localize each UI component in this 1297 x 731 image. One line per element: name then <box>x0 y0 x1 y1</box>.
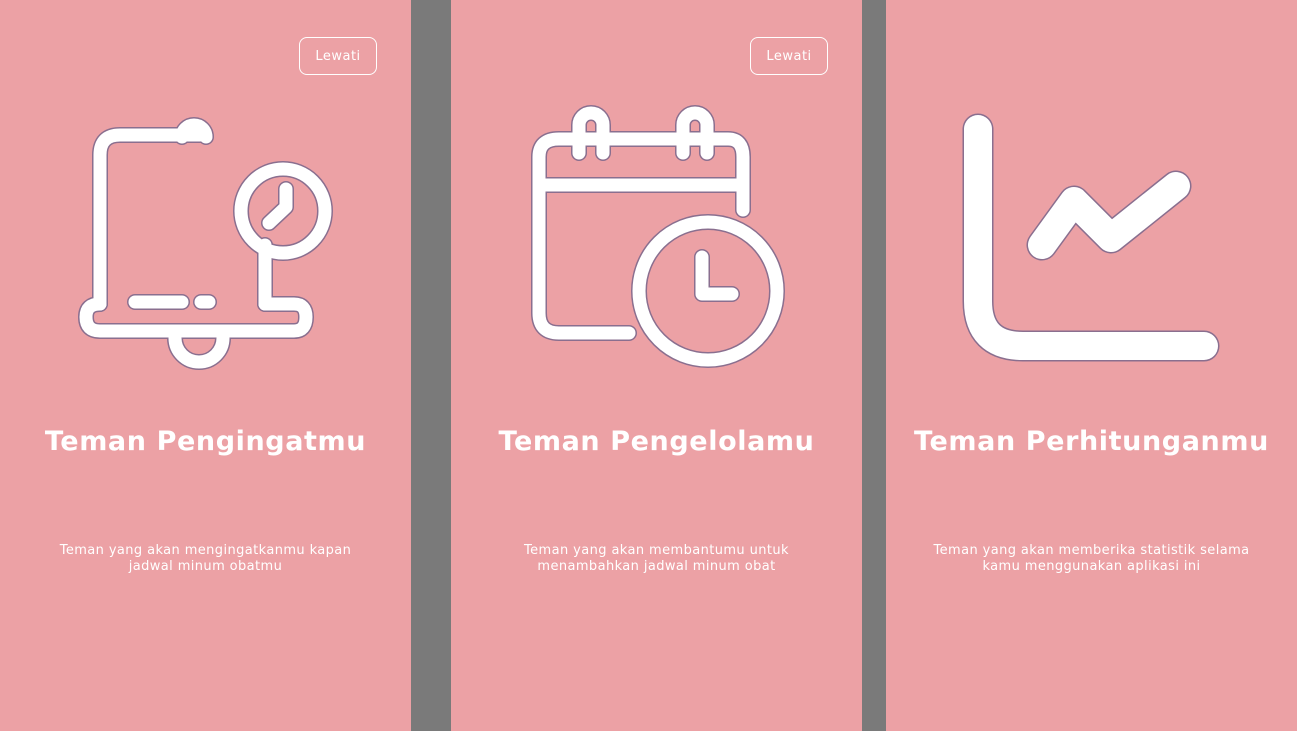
onboarding-screen-reminder: Lewati Teman Pengingatmu Teman yang akan… <box>0 0 411 731</box>
line-chart-icon <box>886 95 1297 385</box>
onboarding-screen-schedule: Lewati Teman Pengelolamu Teman yang akan… <box>451 0 862 731</box>
screen-title: Teman Pengelolamu <box>498 426 815 457</box>
screen-title: Teman Perhitunganmu <box>914 426 1269 457</box>
bell-clock-icon <box>0 95 411 385</box>
screen-description: Teman yang akan memberika statistik sela… <box>933 543 1250 574</box>
screen-description: Teman yang akan mengingatkanmu kapan jad… <box>59 543 352 574</box>
calendar-clock-icon <box>451 95 862 385</box>
onboarding-screen-statistics: Teman Perhitunganmu Teman yang akan memb… <box>886 0 1297 731</box>
screen-description: Teman yang akan membantumu untuk menamba… <box>524 543 789 574</box>
screen-title: Teman Pengingatmu <box>44 426 367 457</box>
skip-button[interactable]: Lewati <box>750 37 828 75</box>
skip-button[interactable]: Lewati <box>299 37 377 75</box>
